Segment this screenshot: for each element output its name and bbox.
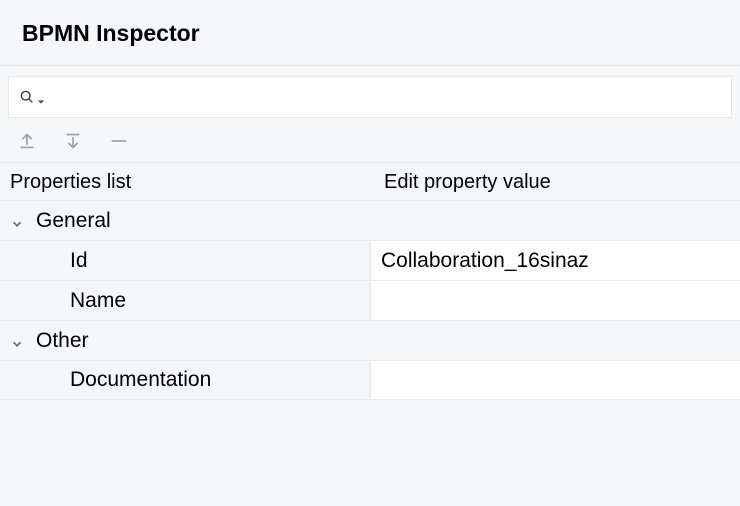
chevron-down-icon	[10, 333, 26, 349]
export-up-icon[interactable]	[16, 130, 38, 152]
group-general[interactable]: General	[0, 200, 740, 240]
search-row	[0, 66, 740, 118]
property-row-documentation: Documentation	[0, 360, 740, 400]
properties-tree: General Id Name	[0, 200, 740, 400]
property-row-id: Id	[0, 240, 740, 280]
search-icon	[19, 89, 35, 105]
inspector-panel: BPMN Inspector	[0, 0, 740, 506]
inspector-header: BPMN Inspector	[0, 0, 740, 66]
property-label: Documentation	[70, 368, 211, 392]
property-label: Id	[70, 249, 88, 273]
toolbar	[0, 118, 740, 163]
search-box[interactable]	[8, 76, 732, 118]
search-input[interactable]	[53, 87, 721, 108]
import-down-icon[interactable]	[62, 130, 84, 152]
column-header-properties: Properties list	[8, 171, 378, 194]
group-label: General	[36, 209, 111, 233]
empty-area	[0, 400, 740, 506]
column-headers: Properties list Edit property value	[0, 163, 740, 200]
property-label: Name	[70, 289, 126, 313]
remove-icon[interactable]	[108, 130, 130, 152]
group-other[interactable]: Other	[0, 320, 740, 360]
property-value-input-id[interactable]	[370, 241, 740, 280]
search-caret-icon	[37, 93, 45, 101]
property-row-name: Name	[0, 280, 740, 320]
property-value-input-name[interactable]	[370, 281, 740, 320]
chevron-down-icon	[10, 213, 26, 229]
group-label: Other	[36, 329, 89, 353]
inspector-title: BPMN Inspector	[22, 20, 718, 47]
column-header-value: Edit property value	[378, 171, 732, 194]
property-value-input-documentation[interactable]	[370, 361, 740, 399]
